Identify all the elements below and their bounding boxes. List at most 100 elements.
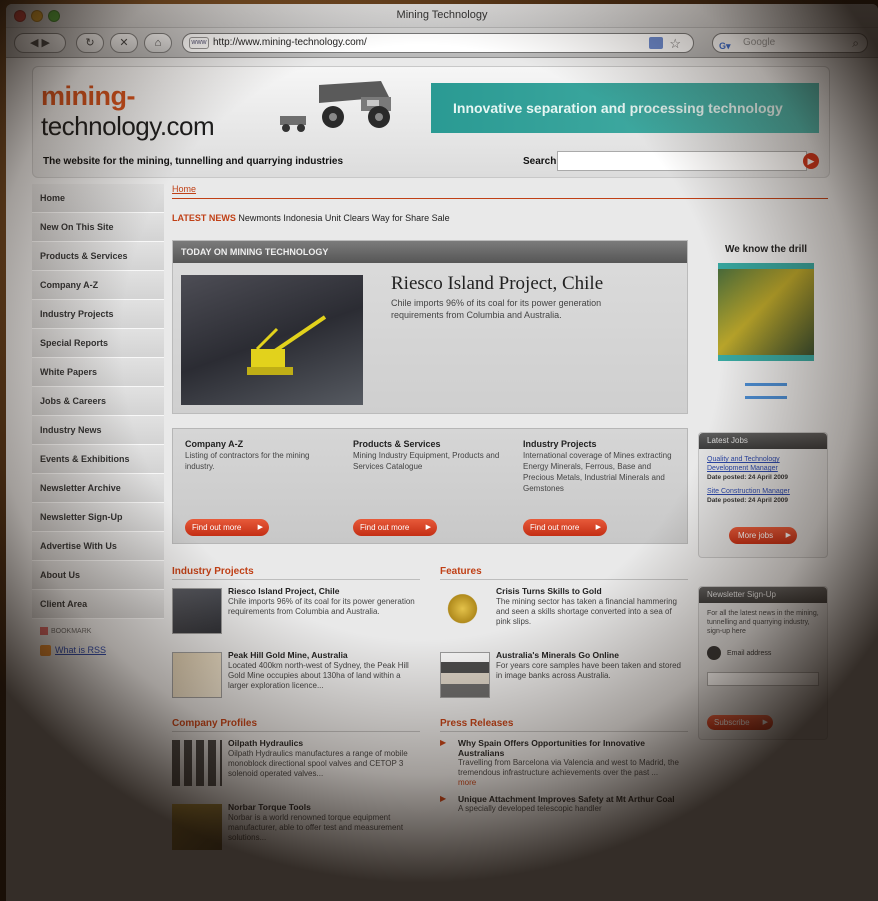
item-title[interactable]: Oilpath Hydraulics [228, 738, 303, 748]
category-industry-projects: Industry Projects International coverage… [523, 439, 673, 494]
address-bar[interactable]: www http://www.mining-technology.com/ ☆ [182, 33, 694, 53]
sidebar-item-industry-news[interactable]: Industry News [32, 416, 164, 445]
web-page: mining- technology.com Innovative separa… [6, 58, 878, 901]
reload-icon: ↻ [85, 37, 95, 49]
find-out-more-button-products[interactable]: Find out more [353, 519, 437, 536]
item-title[interactable]: Unique Attachment Improves Safety at Mt … [458, 794, 688, 804]
core-samples-thumbnail[interactable] [440, 652, 490, 698]
item-description: Chile imports 96% of its coal for its po… [228, 597, 415, 616]
item-title[interactable]: Crisis Turns Skills to Gold [496, 586, 602, 596]
item-title[interactable]: Australia's Minerals Go Online [496, 650, 619, 660]
forward-arrow-icon[interactable]: ▶ [42, 37, 50, 49]
job-date: Date posted: 24 April 2009 [707, 497, 789, 504]
features-section: Features Crisis Turns Skills to Gold The… [440, 566, 688, 708]
latest-news-ticker[interactable]: LATEST NEWS Newmonts Indonesia Unit Clea… [172, 213, 828, 223]
haul-truck-icon [319, 81, 391, 128]
logo-technology[interactable]: technology.com [41, 111, 215, 142]
find-out-more-button-company[interactable]: Find out more [185, 519, 269, 536]
rss-link[interactable]: What is RSS [32, 645, 164, 657]
feature-image[interactable] [181, 275, 363, 405]
header-banner[interactable]: Innovative separation and processing tec… [431, 83, 819, 133]
category-title[interactable]: Products & Services [353, 439, 503, 449]
back-forward-buttons[interactable]: ◀ ▶ [14, 33, 66, 53]
section-heading[interactable]: Press Releases [440, 718, 688, 732]
magnifier-icon[interactable]: ⌕ [852, 34, 859, 52]
item-title[interactable]: Why Spain Offers Opportunities for Innov… [458, 738, 688, 758]
search-go-icon[interactable]: ▶ [803, 153, 819, 169]
job-link[interactable]: Site Construction Manager [699, 487, 827, 496]
drill-advert[interactable]: We know the drill [704, 244, 828, 418]
find-out-more-button-projects[interactable]: Find out more [523, 519, 607, 536]
site-tagline: The website for the mining, tunnelling a… [43, 156, 344, 167]
sidebar-item-about-us[interactable]: About Us [32, 561, 164, 590]
category-products-services: Products & Services Mining Industry Equi… [353, 439, 503, 472]
sidebar-item-home[interactable]: Home [32, 184, 164, 213]
feature-title[interactable]: Riesco Island Project, Chile [391, 273, 603, 295]
hydraulics-thumbnail[interactable] [172, 740, 222, 786]
email-label-row: Email address [699, 636, 827, 660]
newsletter-text: For all the latest news in the mining, t… [707, 610, 819, 635]
stop-icon: ✕ [119, 37, 129, 49]
breadcrumb[interactable]: Home [172, 184, 828, 199]
advert-logo-icon [745, 383, 787, 399]
rss-feed-icon[interactable] [649, 37, 663, 49]
section-heading[interactable]: Industry Projects [172, 566, 420, 580]
sidebar-item-products-services[interactable]: Products & Services [32, 242, 164, 271]
map-thumbnail[interactable] [172, 652, 222, 698]
bookmark-widget[interactable]: BOOKMARK [32, 627, 164, 635]
job-link[interactable]: Quality and Technology Development Manag… [699, 455, 827, 473]
home-button[interactable]: ⌂ [144, 33, 172, 53]
item-title[interactable]: Norbar Torque Tools [228, 802, 311, 812]
browser-search-field[interactable]: G▾ Google ⌕ [712, 33, 868, 53]
small-truck-icon [280, 116, 306, 132]
newsletter-signup-box: Newsletter Sign-Up For all the latest ne… [698, 586, 828, 740]
sidebar-item-white-papers[interactable]: White Papers [32, 358, 164, 387]
project-thumbnail[interactable] [172, 588, 222, 634]
sidebar-item-jobs-careers[interactable]: Jobs & Careers [32, 387, 164, 416]
globe-icon: www [189, 37, 209, 49]
window-title: Mining Technology [396, 9, 488, 21]
sidebar-item-events-exhibitions[interactable]: Events & Exhibitions [32, 445, 164, 474]
sidebar-item-client-area[interactable]: Client Area [32, 590, 164, 619]
gold-nugget-thumbnail[interactable] [440, 588, 490, 634]
sidebar-item-company-a-z[interactable]: Company A-Z [32, 271, 164, 300]
section-heading[interactable]: Company Profiles [172, 718, 420, 732]
reload-button[interactable]: ↻ [76, 33, 104, 53]
torque-tools-thumbnail[interactable] [172, 804, 222, 850]
sidebar-item-advertise[interactable]: Advertise With Us [32, 532, 164, 561]
stop-button[interactable]: ✕ [110, 33, 138, 53]
more-jobs-button[interactable]: More jobs [729, 527, 797, 544]
item-title[interactable]: Peak Hill Gold Mine, Australia [228, 650, 348, 660]
back-arrow-icon[interactable]: ◀ [30, 37, 38, 49]
item-description: Travelling from Barcelona via Valencia a… [458, 758, 679, 777]
site-search-input[interactable] [557, 151, 807, 171]
latest-jobs-box: Latest Jobs Quality and Technology Devel… [698, 432, 828, 558]
bookmark-star-icon[interactable]: ☆ [669, 35, 681, 53]
address-text: http://www.mining-technology.com/ [213, 37, 367, 48]
today-heading: TODAY ON MINING TECHNOLOGY [173, 241, 687, 263]
item-description: The mining sector has taken a financial … [496, 597, 677, 626]
browser-search-placeholder: Google [743, 37, 776, 48]
email-label: Email address [727, 649, 772, 657]
sidebar-item-industry-projects[interactable]: Industry Projects [32, 300, 164, 329]
logo-mining[interactable]: mining- [41, 81, 135, 112]
page-container: mining- technology.com Innovative separa… [32, 66, 830, 850]
category-title[interactable]: Company A-Z [185, 439, 335, 449]
sidebar-item-new-on-this-site[interactable]: New On This Site [32, 213, 164, 242]
sidebar-item-special-reports[interactable]: Special Reports [32, 329, 164, 358]
category-title[interactable]: Industry Projects [523, 439, 673, 449]
sidebar-item-newsletter-signup[interactable]: Newsletter Sign-Up [32, 503, 164, 532]
category-company-a-z: Company A-Z Listing of contractors for t… [185, 439, 335, 472]
sidebar-nav: Home New On This Site Products & Service… [32, 184, 164, 657]
email-field[interactable] [707, 672, 819, 686]
list-item: Australia's Minerals Go Online For years… [440, 650, 688, 708]
section-heading[interactable]: Features [440, 566, 688, 580]
item-description: Located 400km north-west of Sydney, the … [228, 661, 409, 690]
subscribe-button[interactable]: Subscribe [707, 715, 773, 730]
item-title[interactable]: Riesco Island Project, Chile [228, 586, 339, 596]
sidebar-item-newsletter-archive[interactable]: Newsletter Archive [32, 474, 164, 503]
latest-news-headline[interactable]: Newmonts Indonesia Unit Clears Way for S… [238, 213, 449, 223]
more-link[interactable]: more [458, 778, 688, 788]
list-item: Peak Hill Gold Mine, Australia Located 4… [172, 650, 420, 708]
category-description: Mining Industry Equipment, Products and … [353, 451, 500, 471]
